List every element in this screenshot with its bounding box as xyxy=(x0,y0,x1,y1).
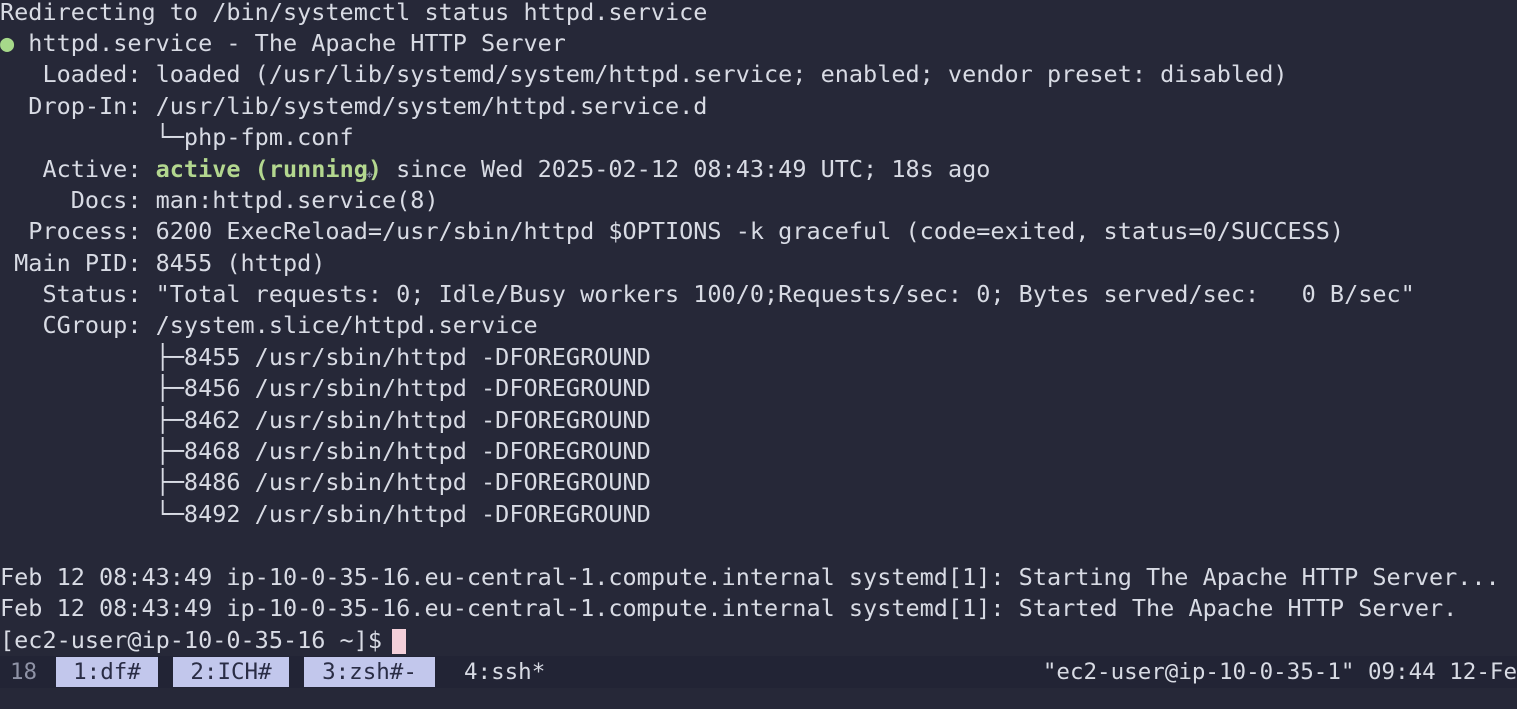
cgroup-process: └─8492 /usr/sbin/httpd -DFOREGROUND xyxy=(0,500,651,528)
active-label: Active: xyxy=(0,155,156,183)
tmux-window-2[interactable]: 2:ICH# xyxy=(173,657,289,687)
active-state: active (running) xyxy=(155,155,383,183)
cgroup-line: CGroup: /system.slice/httpd.service xyxy=(0,311,538,339)
prompt-line[interactable]: [ec2-user@ip-10-0-35-16 ~]$ xyxy=(0,625,407,656)
process-line: Process: 6200 ExecReload=/usr/sbin/httpd… xyxy=(0,217,1345,245)
tmux-window-1[interactable]: 1:df# xyxy=(56,657,158,687)
service-title-line: ● httpd.service - The Apache HTTP Server xyxy=(0,28,566,59)
tmux-status-right: "ec2-user@ip-10-0-35-1" 09:44 12-Fe xyxy=(1042,659,1517,685)
tmux-window-3[interactable]: 3:zsh#- xyxy=(304,657,435,687)
terminal-output[interactable]: Redirecting to /bin/systemctl status htt… xyxy=(0,0,1517,656)
status-dot-icon: ● xyxy=(0,29,15,57)
log-line: Feb 12 08:43:49 ip-10-0-35-16.eu-central… xyxy=(0,594,1458,622)
status-line: Status: "Total requests: 0; Idle/Busy wo… xyxy=(0,280,1415,308)
tmux-window-4[interactable]: 4:ssh* xyxy=(464,657,545,687)
tmux-session-number: 18 xyxy=(10,659,38,685)
tmux-status-bar: 18 1:df# 2:ICH# 3:zsh#- 4:ssh* "ec2-user… xyxy=(0,656,1517,688)
dropin-line: Drop-In: /usr/lib/systemd/system/httpd.s… xyxy=(0,92,708,120)
text-cursor xyxy=(392,629,407,654)
cgroup-process: ├─8486 /usr/sbin/httpd -DFOREGROUND xyxy=(0,468,651,496)
active-line: Active: active (running) since Wed 2025-… xyxy=(0,154,990,185)
redirect-line: Redirecting to /bin/systemctl status htt… xyxy=(0,0,708,26)
dropin-file-line: └─php-fpm.conf xyxy=(0,123,354,151)
cgroup-process: ├─8456 /usr/sbin/httpd -DFOREGROUND xyxy=(0,374,651,402)
log-line: Feb 12 08:43:49 ip-10-0-35-16.eu-central… xyxy=(0,563,1500,591)
cgroup-process: ├─8468 /usr/sbin/httpd -DFOREGROUND xyxy=(0,437,651,465)
docs-line: Docs: man:httpd.service(8) xyxy=(0,186,439,214)
active-since: since Wed 2025-02-12 08:43:49 UTC; 18s a… xyxy=(382,155,991,183)
main-pid-line: Main PID: 8455 (httpd) xyxy=(0,249,326,277)
cgroup-process: ├─8462 /usr/sbin/httpd -DFOREGROUND xyxy=(0,406,651,434)
cgroup-process: ├─8455 /usr/sbin/httpd -DFOREGROUND xyxy=(0,343,651,371)
shell-prompt: [ec2-user@ip-10-0-35-16 ~]$ xyxy=(0,626,383,654)
mouse-pointer-icon: ⌖ xyxy=(366,168,374,183)
service-title: httpd.service - The Apache HTTP Server xyxy=(14,29,566,57)
loaded-line: Loaded: loaded (/usr/lib/systemd/system/… xyxy=(0,60,1288,88)
